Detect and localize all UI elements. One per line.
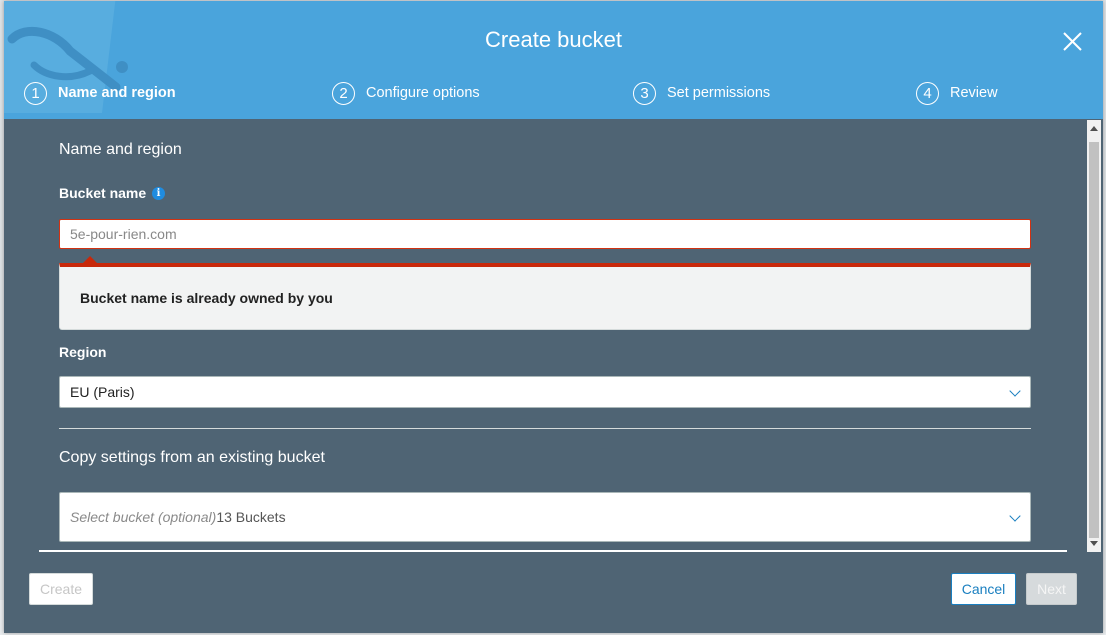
- step-label: Set permissions: [667, 85, 771, 101]
- bucket-name-error: Bucket name is already owned by you: [59, 256, 1031, 330]
- step-name-and-region[interactable]: 1 Name and region: [24, 79, 176, 107]
- step-label: Configure options: [366, 85, 480, 101]
- section-title-name-region: Name and region: [59, 141, 182, 158]
- next-button[interactable]: Next: [1026, 573, 1077, 605]
- bucket-name-value: 5e-pour-rien.com: [70, 226, 177, 242]
- create-bucket-dialog: Create bucket 1 Name and region 2 Config…: [4, 1, 1103, 633]
- close-icon[interactable]: [1058, 27, 1086, 55]
- error-message: Bucket name is already owned by you: [80, 290, 333, 306]
- step-label: Review: [950, 85, 998, 101]
- bucket-count: 13 Buckets: [216, 509, 286, 525]
- scroll-up-icon[interactable]: [1090, 126, 1098, 131]
- scrollbar-thumb[interactable]: [1089, 142, 1099, 538]
- step-configure-options[interactable]: 2 Configure options: [332, 79, 480, 107]
- step-number: 3: [633, 81, 656, 105]
- step-number: 2: [332, 81, 355, 105]
- step-review[interactable]: 4 Review: [916, 79, 998, 107]
- copy-bucket-placeholder: Select bucket (optional): [70, 509, 217, 525]
- step-number: 1: [24, 81, 47, 105]
- dialog-header: Create bucket 1 Name and region 2 Config…: [4, 1, 1103, 119]
- error-pointer: [83, 256, 97, 263]
- region-select[interactable]: EU (Paris): [59, 376, 1031, 408]
- step-set-permissions[interactable]: 3 Set permissions: [633, 79, 770, 107]
- info-glyph: i: [156, 188, 161, 199]
- bucket-name-label: Bucket name: [59, 185, 147, 201]
- footer-divider: [39, 550, 1067, 552]
- region-value: EU (Paris): [70, 384, 135, 400]
- scroll-down-icon[interactable]: [1090, 541, 1098, 546]
- dialog-title: Create bucket: [485, 27, 622, 52]
- region-label: Region: [59, 344, 107, 360]
- create-button[interactable]: Create: [29, 573, 93, 605]
- scrollbar[interactable]: [1087, 120, 1101, 552]
- chevron-down-icon: [1009, 385, 1021, 397]
- chevron-down-icon: [1009, 510, 1021, 522]
- cancel-button[interactable]: Cancel: [951, 573, 1016, 605]
- section-title-copy-settings: Copy settings from an existing bucket: [59, 449, 325, 466]
- copy-bucket-select[interactable]: Select bucket (optional) 13 Buckets: [59, 492, 1031, 542]
- info-icon[interactable]: i: [152, 187, 165, 200]
- section-divider: [59, 428, 1031, 429]
- step-number: 4: [916, 81, 939, 105]
- step-label: Name and region: [58, 85, 176, 101]
- bucket-name-input[interactable]: 5e-pour-rien.com: [59, 219, 1031, 249]
